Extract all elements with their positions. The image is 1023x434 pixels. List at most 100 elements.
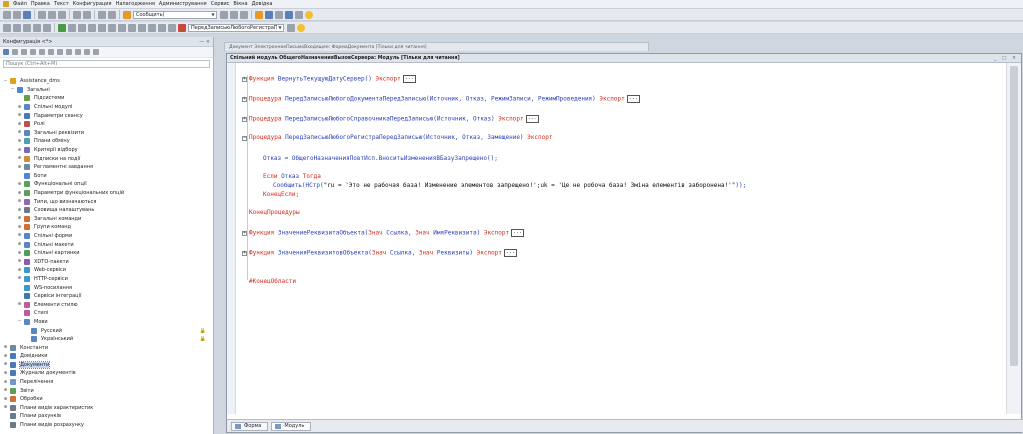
menu-configuration[interactable]: Конфигурация (71, 0, 114, 8)
menu-text[interactable]: Текст (52, 0, 71, 8)
window-controls[interactable]: _ □ × (994, 56, 1018, 61)
expand-toggle-icon[interactable]: ⊕ (17, 191, 22, 196)
help-icon[interactable] (305, 10, 313, 19)
chevron-down-icon[interactable]: ▼ (277, 25, 283, 31)
run-icon[interactable] (58, 23, 66, 32)
procedures-icon[interactable] (295, 10, 303, 19)
tree-item[interactable]: ⊕ Довідники (0, 352, 212, 361)
collapsed-block-button[interactable]: ... (402, 75, 416, 83)
expand-toggle-icon[interactable]: ⊕ (17, 182, 22, 187)
undo-icon[interactable] (98, 10, 106, 19)
evaluate-icon[interactable] (78, 23, 86, 32)
tree-item[interactable]: ⊕ Документи (0, 360, 212, 370)
fields-icon[interactable] (118, 23, 126, 32)
tree-item[interactable]: − Загальні (0, 86, 212, 95)
tree-item[interactable]: ⊕ Обробки (0, 395, 212, 404)
call-stack-icon[interactable] (98, 23, 106, 32)
tree-item[interactable]: ⊕ Сховища налаштувань (0, 206, 212, 215)
watch-icon[interactable] (88, 23, 96, 32)
chevron-down-icon[interactable]: ▼ (210, 12, 216, 18)
expand-toggle-icon[interactable]: − (17, 319, 22, 324)
tree-item[interactable]: ⊕ HTTP-сервіси (0, 275, 212, 284)
preview-icon[interactable] (83, 10, 91, 19)
expand-toggle-icon[interactable]: ⊕ (17, 122, 22, 127)
expand-toggle-icon[interactable]: ⊕ (17, 233, 22, 238)
expand-toggle-icon[interactable]: ⊕ (17, 130, 22, 135)
tab-form[interactable]: Форма (231, 421, 269, 431)
app-icon[interactable] (3, 1, 9, 7)
menu-debug[interactable]: Налагодження (114, 0, 157, 8)
tree-item[interactable]: ⊕ XDTO-пакети (0, 257, 212, 266)
tab-module[interactable]: Модуль (271, 421, 312, 431)
expand-toggle-icon[interactable]: − (3, 79, 8, 84)
format-icon[interactable] (158, 23, 166, 32)
stop-icon[interactable] (68, 23, 76, 32)
tree-item[interactable]: Стилі (0, 309, 212, 318)
step-icon[interactable] (23, 23, 31, 32)
tree-item[interactable]: ⊕ Підписки на події (0, 154, 212, 163)
expand-toggle-icon[interactable]: ⊕ (17, 225, 22, 230)
tree-item[interactable]: ⊕ Функціональні опції (0, 180, 212, 189)
search-icon[interactable] (75, 49, 81, 55)
tree-item[interactable]: Плани рахунків (0, 412, 212, 421)
expand-toggle-icon[interactable]: ⊕ (3, 354, 8, 359)
indent-icon[interactable] (168, 23, 176, 32)
tree-item[interactable]: ⊕ Ролі (0, 120, 212, 129)
expand-toggle-icon[interactable]: ⊕ (3, 397, 8, 402)
menu-edit[interactable]: Правка (29, 0, 52, 8)
vertical-scrollbar[interactable] (1006, 63, 1021, 414)
bookmark-icon[interactable] (255, 10, 263, 19)
tree-item[interactable]: ⊕ Спільні форми (0, 232, 212, 241)
syntax-assist-icon[interactable] (275, 10, 283, 19)
expand-toggle-icon[interactable]: ⊕ (17, 242, 22, 247)
tree-item[interactable]: Русский 🔒 (0, 326, 212, 335)
goto-icon[interactable] (265, 10, 273, 19)
fold-toggle-icon[interactable]: + (242, 116, 247, 122)
expand-toggle-icon[interactable]: ⊕ (17, 251, 22, 256)
find-next-icon[interactable] (220, 10, 228, 19)
expand-toggle-icon[interactable]: ⊕ (3, 388, 8, 393)
step-out-icon[interactable] (43, 23, 51, 32)
tree-item[interactable]: Підсистеми (0, 94, 212, 103)
edit-icon[interactable] (21, 49, 27, 55)
expand-toggle-icon[interactable]: ⊕ (3, 345, 8, 350)
procedure-combo[interactable]: ПередЗаписьюЛюбогоРегистраПеред3 ▼ (188, 23, 284, 32)
search-combo[interactable]: Сообщить( ▼ (133, 10, 217, 19)
tree-item[interactable]: ⊕ Параметри сеансу (0, 111, 212, 120)
delete-icon[interactable] (30, 49, 36, 55)
tree-search[interactable] (3, 60, 210, 68)
step-over-icon[interactable] (33, 23, 41, 32)
fold-toggle-icon[interactable]: + (242, 96, 247, 102)
sort-icon[interactable] (57, 49, 63, 55)
move-up-icon[interactable] (39, 49, 45, 55)
filter-icon[interactable] (66, 49, 72, 55)
background-window-tab[interactable]: Документ ЭлектронноеПисьмоВходящее: Форм… (224, 42, 649, 51)
actions-icon[interactable] (3, 49, 9, 55)
find-icon[interactable] (123, 10, 131, 19)
expand-toggle-icon[interactable]: ⊕ (17, 208, 22, 213)
panel-controls[interactable]: — × (199, 39, 210, 45)
save-icon[interactable] (23, 10, 31, 19)
tree-item[interactable]: WS-посилання (0, 283, 212, 292)
tree-item[interactable]: Український 🔒 (0, 335, 212, 344)
expand-toggle-icon[interactable]: ⊕ (17, 113, 22, 118)
expand-toggle-icon[interactable]: ⊕ (3, 362, 8, 367)
expand-toggle-icon[interactable]: ⊕ (3, 371, 8, 376)
tree-item[interactable]: ⊕ Перелічення (0, 378, 212, 387)
collapsed-block-button[interactable]: ... (525, 115, 539, 123)
procedure-icon[interactable] (178, 23, 186, 32)
fold-toggle-icon[interactable]: − (242, 135, 247, 141)
tree-item[interactable]: ⊕ Елементи стилю (0, 300, 212, 309)
tree-item[interactable]: ⊕ Спільні макети (0, 240, 212, 249)
expand-toggle-icon[interactable]: ⊕ (3, 380, 8, 385)
move-down-icon[interactable] (48, 49, 54, 55)
paste-icon[interactable] (58, 10, 66, 19)
breakpoint-icon[interactable] (13, 23, 21, 32)
tree-item[interactable]: ⊕ Критерії відбору (0, 146, 212, 155)
menu-file[interactable]: Файл (11, 0, 29, 8)
tree-item[interactable]: Сервіси інтеграції (0, 292, 212, 301)
expand-toggle-icon[interactable]: ⊕ (17, 276, 22, 281)
expand-toggle-icon[interactable]: ⊕ (17, 199, 22, 204)
tree-item[interactable]: ⊕ Плани обміну (0, 137, 212, 146)
debug-icon[interactable] (3, 23, 11, 32)
